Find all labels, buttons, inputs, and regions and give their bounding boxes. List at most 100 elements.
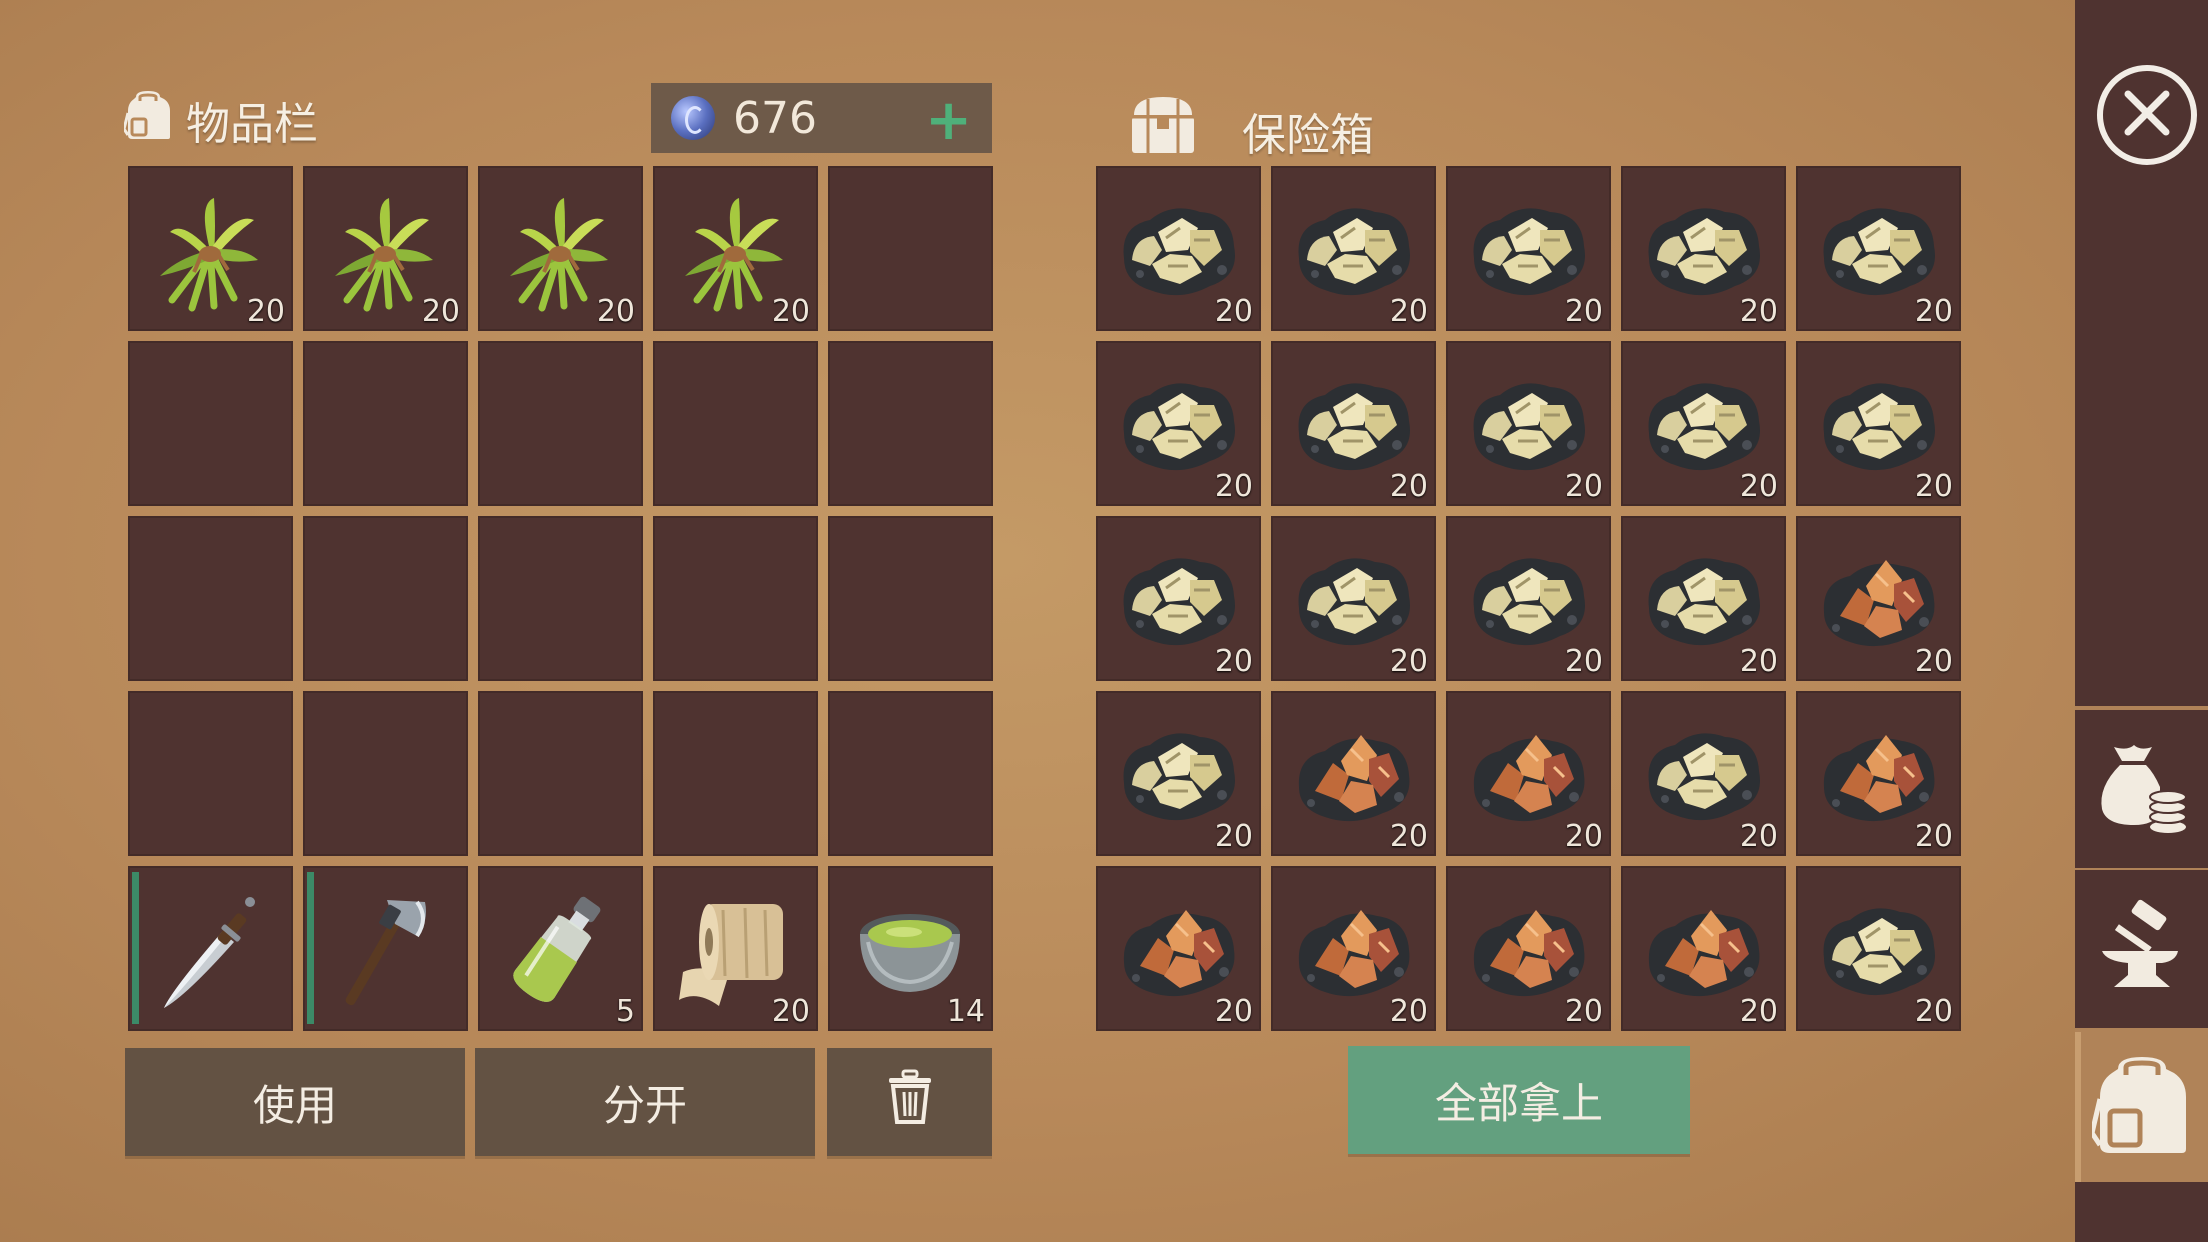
trash-icon [885, 1068, 935, 1136]
sidebar-tab-craft[interactable] [2075, 870, 2208, 1028]
add-currency-button[interactable]: + [925, 88, 972, 153]
safe-slot[interactable]: 20 [1096, 691, 1261, 856]
inventory-title: 物品栏 [122, 88, 318, 152]
safe-slot[interactable]: 20 [1096, 341, 1261, 506]
safe-slot[interactable]: 20 [1621, 166, 1786, 331]
take-all-button[interactable]: 全部拿上 [1348, 1046, 1690, 1154]
inventory-title-text: 物品栏 [186, 99, 318, 150]
safe-slot[interactable]: 20 [1796, 166, 1961, 331]
close-button[interactable] [2097, 65, 2197, 165]
safe-slot[interactable]: 20 [1446, 866, 1611, 1031]
inventory-grid: 20 20 20 20 5 20 14 [128, 166, 993, 1031]
use-button[interactable]: 使用 [125, 1048, 465, 1156]
safe-slot[interactable]: 20 [1271, 516, 1436, 681]
item-quantity: 20 [1389, 294, 1428, 329]
inventory-slot[interactable] [828, 691, 993, 856]
split-button[interactable]: 分开 [475, 1048, 815, 1156]
backpack-icon [2088, 1053, 2192, 1161]
safe-slot[interactable]: 20 [1271, 691, 1436, 856]
inventory-slot[interactable] [828, 516, 993, 681]
inventory-slot[interactable] [653, 341, 818, 506]
safe-title-text: 保险箱 [1242, 109, 1374, 161]
safe-slot[interactable]: 20 [1446, 166, 1611, 331]
inventory-slot[interactable] [128, 516, 293, 681]
item-quantity: 20 [1214, 819, 1253, 854]
safe-slot[interactable]: 20 [1271, 341, 1436, 506]
sidebar-tab-trade[interactable] [2075, 710, 2208, 868]
sidebar-footer [2075, 1182, 2208, 1242]
safe-slot[interactable]: 20 [1446, 341, 1611, 506]
item-quantity: 20 [1739, 819, 1778, 854]
inventory-slot[interactable] [653, 516, 818, 681]
safe-title: 保险箱 [1128, 93, 1374, 168]
machete-icon [142, 880, 278, 1016]
item-quantity: 20 [421, 294, 460, 329]
item-quantity: 20 [1214, 994, 1253, 1029]
inventory-slot[interactable]: 14 [828, 866, 993, 1031]
durability-bar [307, 872, 314, 1024]
inventory-slot[interactable] [828, 341, 993, 506]
item-quantity: 20 [1914, 819, 1953, 854]
safe-slot[interactable]: 20 [1621, 866, 1786, 1031]
safe-slot[interactable]: 20 [1796, 516, 1961, 681]
item-quantity: 20 [1389, 469, 1428, 504]
safe-slot[interactable]: 20 [1271, 166, 1436, 331]
safe-slot[interactable]: 20 [1621, 691, 1786, 856]
anvil-hammer-icon [2092, 897, 2192, 1001]
inventory-slot[interactable]: 20 [478, 166, 643, 331]
inventory-slot[interactable]: 20 [303, 166, 468, 331]
item-quantity: 20 [1739, 469, 1778, 504]
safe-slot[interactable]: 20 [1621, 516, 1786, 681]
safe-slot[interactable]: 20 [1446, 516, 1611, 681]
inventory-slot[interactable] [653, 691, 818, 856]
safe-slot[interactable]: 20 [1096, 866, 1261, 1031]
inventory-slot[interactable] [128, 691, 293, 856]
item-quantity: 20 [596, 294, 635, 329]
item-quantity: 20 [1914, 294, 1953, 329]
inventory-slot[interactable] [828, 166, 993, 331]
item-quantity: 20 [1739, 994, 1778, 1029]
safe-slot[interactable]: 20 [1096, 516, 1261, 681]
item-quantity: 20 [1564, 294, 1603, 329]
safe-slot[interactable]: 20 [1621, 341, 1786, 506]
inventory-slot[interactable] [303, 691, 468, 856]
item-quantity: 20 [1914, 644, 1953, 679]
delete-button[interactable] [827, 1048, 992, 1156]
safe-slot[interactable]: 20 [1271, 866, 1436, 1031]
item-quantity: 20 [1914, 469, 1953, 504]
safe-slot[interactable]: 20 [1796, 691, 1961, 856]
item-quantity: 20 [1564, 819, 1603, 854]
inventory-slot[interactable] [478, 516, 643, 681]
currency-bar: 676 + [651, 83, 992, 153]
money-bag-icon [2094, 737, 2190, 841]
inventory-slot[interactable] [303, 516, 468, 681]
item-quantity: 20 [1214, 469, 1253, 504]
inventory-slot[interactable] [128, 866, 293, 1031]
bottle-icon [492, 880, 628, 1016]
safe-slot[interactable]: 20 [1096, 166, 1261, 331]
sidebar-tab-inventory[interactable] [2075, 1032, 2208, 1182]
backpack-icon [122, 89, 172, 152]
inventory-slot[interactable] [478, 691, 643, 856]
inventory-slot[interactable] [128, 341, 293, 506]
chest-icon [1128, 93, 1198, 168]
safe-slot[interactable]: 20 [1796, 341, 1961, 506]
safe-slot[interactable]: 20 [1796, 866, 1961, 1031]
safe-slot[interactable]: 20 [1446, 691, 1611, 856]
inventory-slot[interactable]: 20 [653, 166, 818, 331]
inventory-slot[interactable]: 5 [478, 866, 643, 1031]
item-quantity: 20 [1564, 994, 1603, 1029]
item-quantity: 20 [771, 294, 810, 329]
currency-amount: 676 [733, 92, 817, 144]
item-quantity: 20 [246, 294, 285, 329]
item-quantity: 20 [1214, 644, 1253, 679]
inventory-slot[interactable] [303, 866, 468, 1031]
item-quantity: 5 [615, 994, 635, 1029]
item-quantity: 20 [1389, 994, 1428, 1029]
inventory-slot[interactable]: 20 [653, 866, 818, 1031]
inventory-slot[interactable] [303, 341, 468, 506]
item-quantity: 20 [1564, 644, 1603, 679]
inventory-slot[interactable] [478, 341, 643, 506]
inventory-slot[interactable]: 20 [128, 166, 293, 331]
item-quantity: 20 [1739, 294, 1778, 329]
